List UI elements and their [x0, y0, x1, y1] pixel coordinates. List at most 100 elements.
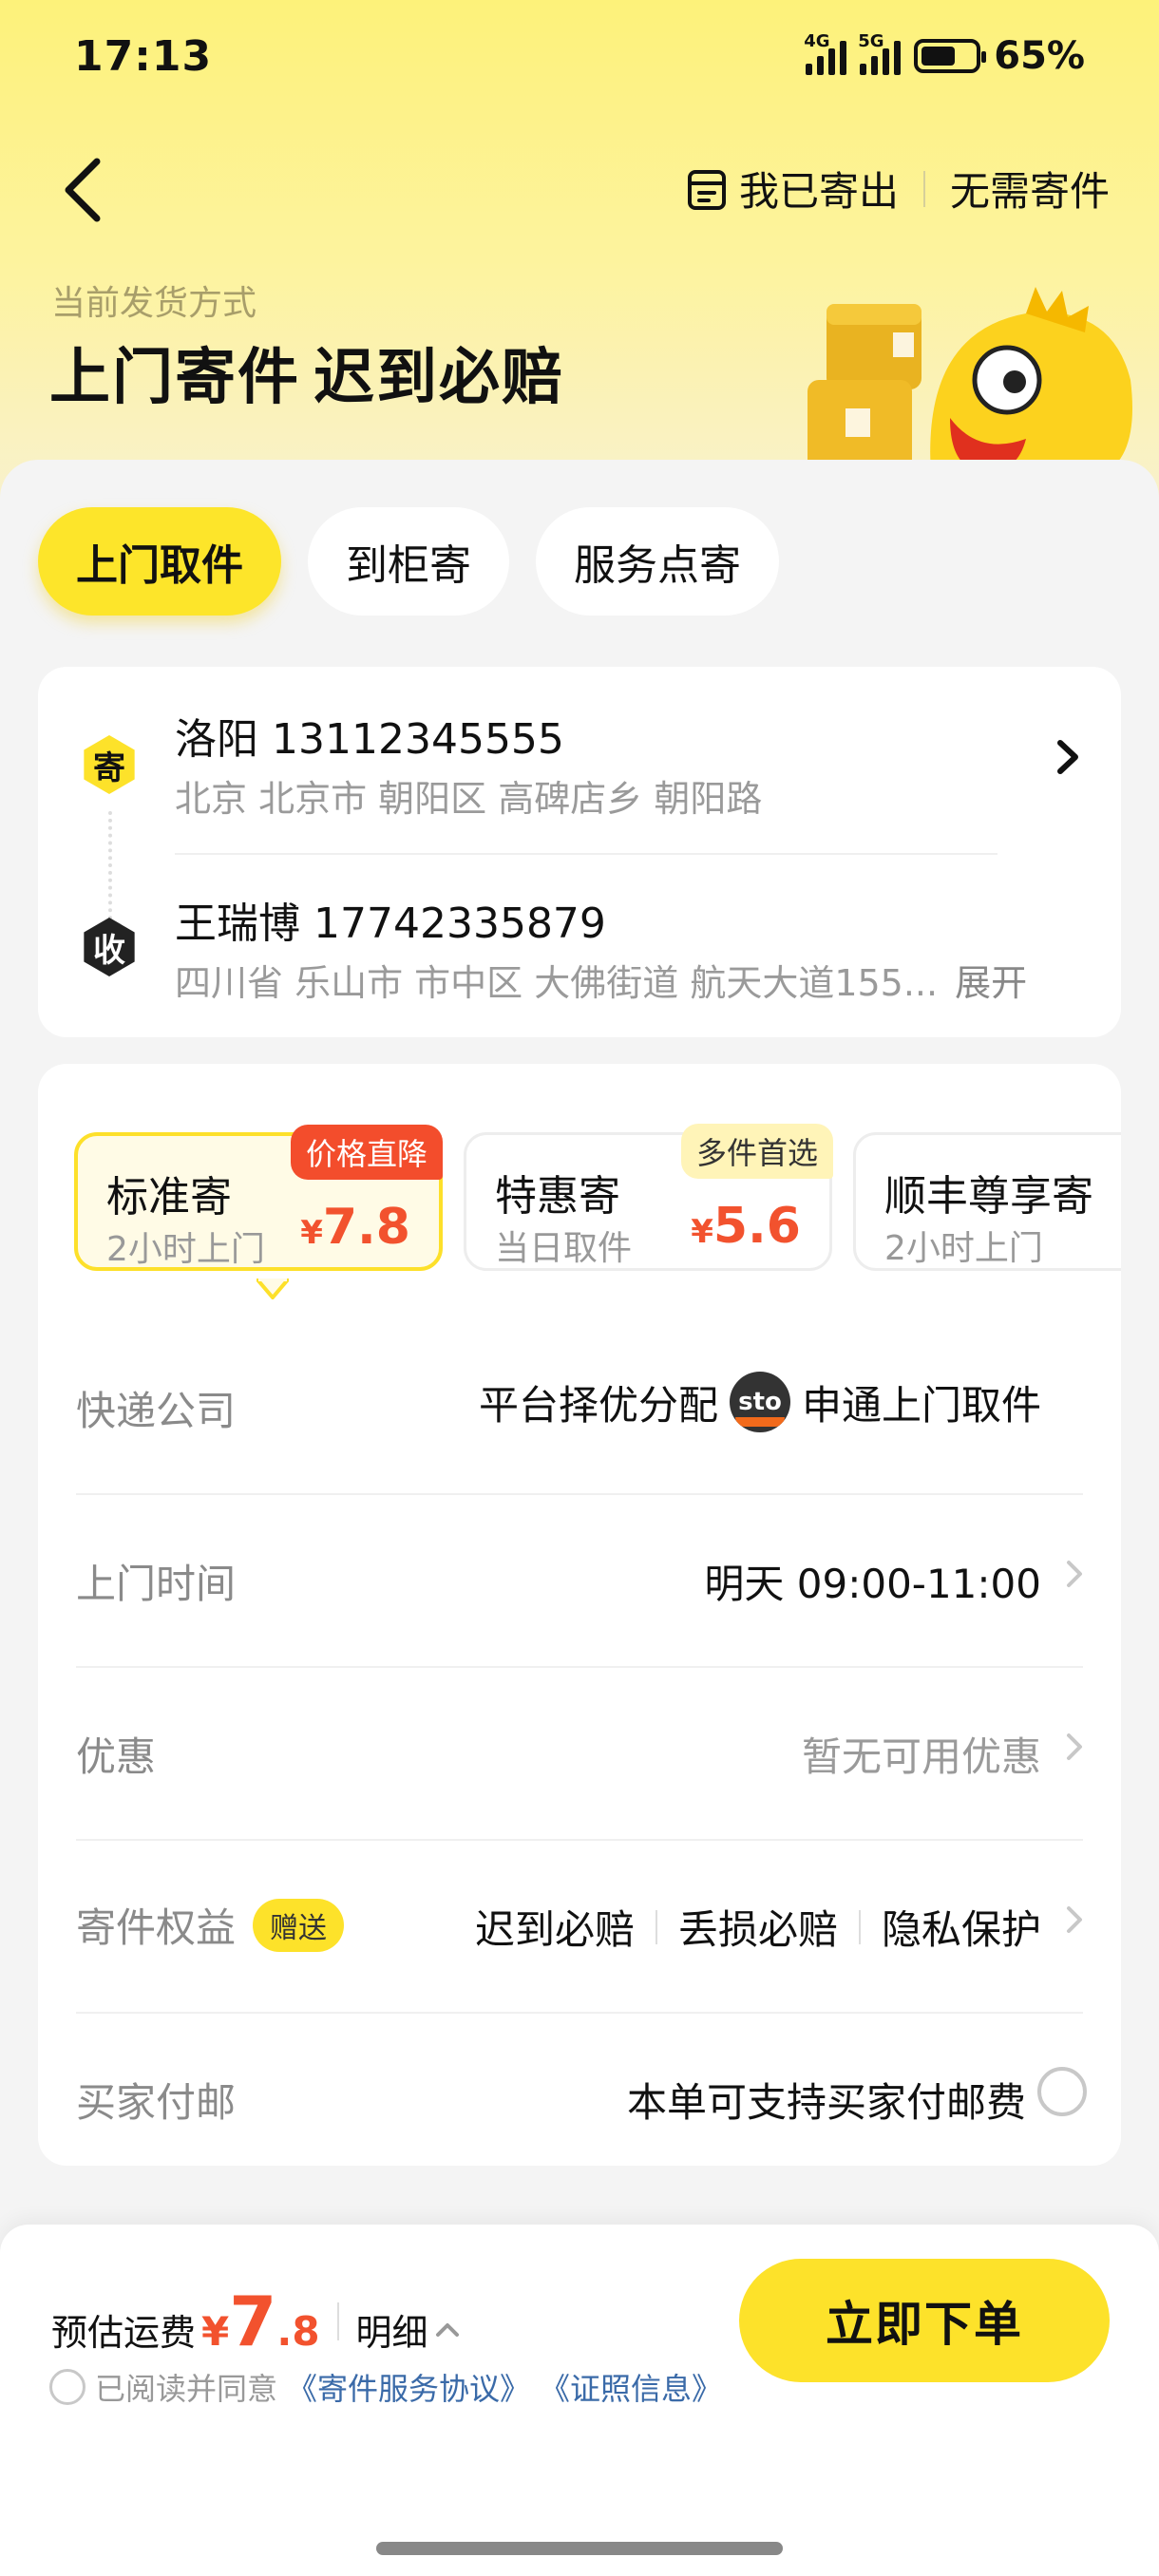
back-button[interactable]	[53, 152, 120, 228]
sto-logo-icon: sto	[729, 1372, 790, 1432]
no-need-button[interactable]: 无需寄件	[950, 160, 1110, 218]
chevron-right-icon	[1067, 1906, 1082, 1933]
expand-link[interactable]: 展开	[955, 962, 1027, 1004]
method-title: 上门寄件 迟到必赔	[49, 329, 564, 416]
service-sf-premium[interactable]: 顺丰尊享寄 2小时上门 ¥	[853, 1132, 1121, 1271]
service-name: 特惠寄	[495, 1172, 620, 1221]
fee-integer: 7	[229, 2282, 277, 2361]
method-caption: 当前发货方式	[51, 284, 257, 323]
no-need-label: 无需寄件	[949, 168, 1110, 215]
network-type-label: 5G	[858, 31, 884, 51]
route-dots	[108, 811, 112, 935]
rights-value[interactable]: 迟到必赔 丢损必赔 隐私保护	[475, 1898, 1041, 1956]
bottom-bar: 预估运费 ¥ 7 .8 明细 已阅读并同意 《寄件服务协议》 《证照信息》 立即…	[0, 2225, 1159, 2576]
sent-label: 我已寄出	[738, 168, 899, 215]
row-divider	[76, 1839, 1083, 1841]
agreement-line: 已阅读并同意 《寄件服务协议》 《证照信息》	[49, 2365, 722, 2409]
service-tag: 多件首选	[680, 1124, 833, 1179]
buyer-pay-label: 买家付邮	[76, 2079, 237, 2126]
courier-prefix: 平台择优分配	[478, 1381, 718, 1429]
service-agreement-link[interactable]: 《寄件服务协议》	[287, 2365, 530, 2409]
service-discount[interactable]: 特惠寄 当日取件 ¥5.6 多件首选	[464, 1124, 833, 1271]
chevron-right-icon	[1067, 1733, 1082, 1760]
service-name: 标准寄	[106, 1173, 232, 1222]
address-divider	[175, 853, 998, 855]
service-sub: 当日取件	[495, 1229, 633, 1268]
right-item: 迟到必赔	[474, 1906, 635, 1953]
discount-label: 优惠	[76, 1733, 157, 1780]
method-title-highlight: 迟到必赔	[314, 343, 564, 413]
row-divider	[76, 1493, 1083, 1495]
fee-currency: ¥	[201, 2308, 230, 2355]
agreement-checkbox[interactable]	[49, 2369, 86, 2405]
discount-value[interactable]: 暂无可用优惠	[802, 1725, 1041, 1783]
back-arrow-icon	[65, 158, 101, 222]
buyer-pay-radio[interactable]	[1037, 2067, 1087, 2116]
rights-divider	[655, 1909, 657, 1944]
pickup-time-value[interactable]: 明天 09:00-11:00	[704, 1552, 1041, 1610]
fee-detail-button[interactable]: 明细	[356, 2303, 461, 2356]
rights-label-group: 寄件权益 赠送	[76, 1896, 345, 1954]
fee-detail-label: 明细	[355, 2312, 428, 2354]
service-standard[interactable]: 标准寄 2小时上门 ¥7.8 价格直降	[74, 1125, 443, 1271]
tab-door-pickup[interactable]: 上门取件	[38, 507, 281, 616]
battery-icon	[914, 39, 987, 73]
receiver-address-line: 四川省 乐山市 市中区 大佛街道 航天大道155... 展开	[175, 954, 1027, 1006]
gift-badge: 赠送	[253, 1898, 345, 1952]
courier-value: 申通上门取件	[801, 1381, 1041, 1429]
chevron-up-icon	[435, 2322, 459, 2337]
fee-label: 预估运费	[51, 2312, 197, 2354]
buyer-pay-value: 本单可支持买家付邮费	[626, 2079, 1026, 2126]
header-divider	[922, 170, 925, 207]
receiver-badge: 收	[84, 918, 135, 976]
service-price: ¥5.6	[691, 1198, 801, 1255]
place-order-button[interactable]: 立即下单	[739, 2259, 1110, 2382]
mascot-illustration	[808, 287, 1132, 475]
service-name: 顺丰尊享寄	[884, 1172, 1093, 1221]
receiver-address: 四川省 乐山市 市中区 大佛街道 航天大道155...	[175, 962, 939, 1004]
network-type-label: 4G	[804, 31, 830, 51]
right-item: 丢损必赔	[677, 1906, 838, 1953]
address-card[interactable]: 寄 洛阳 13112345555 北京 北京市 朝阳区 高碑店乡 朝阳路 收 王…	[38, 667, 1121, 1037]
row-divider	[76, 2012, 1083, 2014]
home-indicator[interactable]	[376, 2542, 783, 2555]
signal-4g-icon: 4G	[804, 31, 847, 75]
right-item: 隐私保护	[881, 1906, 1041, 1953]
fee-decimal: .8	[276, 2308, 320, 2355]
rights-label: 寄件权益	[76, 1904, 237, 1951]
battery-percent: 65%	[994, 34, 1085, 78]
service-options: 标准寄 2小时上门 ¥7.8 价格直降 特惠寄 当日取件 ¥5.6 多件首选 顺…	[74, 1113, 1121, 1275]
status-bar: 17:13 4G 5G 65%	[0, 0, 1159, 114]
tab-service-point[interactable]: 服务点寄	[536, 507, 779, 616]
battery-level	[922, 47, 956, 66]
status-indicators: 4G 5G 65%	[804, 31, 1085, 78]
options-card: 标准寄 2小时上门 ¥7.8 价格直降 特惠寄 当日取件 ¥5.6 多件首选 顺…	[38, 1064, 1121, 2166]
pickup-time-label: 上门时间	[76, 1561, 237, 1607]
fee-divider	[336, 2302, 339, 2340]
tab-locker[interactable]: 到柜寄	[308, 507, 509, 616]
service-price: ¥7.8	[300, 1199, 410, 1256]
chevron-right-icon	[1067, 1561, 1082, 1587]
sent-button[interactable]: 我已寄出	[686, 160, 899, 218]
receiver-name: 王瑞博 17742335879	[175, 900, 606, 948]
courier-row[interactable]: 平台择优分配 sto 申通上门取件	[479, 1372, 1041, 1432]
sender-address: 北京 北京市 朝阳区 高碑店乡 朝阳路	[175, 778, 763, 820]
rights-divider	[858, 1909, 861, 1944]
package-sent-icon	[687, 169, 726, 210]
sender-badge: 寄	[84, 735, 135, 794]
service-sub: 2小时上门	[106, 1230, 265, 1269]
header-actions: 我已寄出 无需寄件	[686, 160, 1110, 218]
status-time: 17:13	[74, 32, 213, 81]
service-sub: 2小时上门	[884, 1229, 1043, 1268]
chevron-right-icon	[1057, 740, 1078, 774]
courier-label: 快递公司	[76, 1388, 237, 1434]
signal-5g-icon: 5G	[858, 31, 902, 75]
service-tag: 价格直降	[290, 1125, 443, 1180]
selected-pointer	[256, 1279, 289, 1299]
row-divider	[76, 1666, 1083, 1668]
license-link[interactable]: 《证照信息》	[540, 2365, 722, 2409]
fee-summary: 预估运费 ¥ 7 .8 明细	[51, 2282, 461, 2361]
agree-text: 已阅读并同意	[95, 2371, 278, 2407]
shipping-method-tabs: 上门取件 到柜寄 服务点寄	[38, 507, 779, 616]
sender-name: 洛阳 13112345555	[175, 715, 564, 764]
